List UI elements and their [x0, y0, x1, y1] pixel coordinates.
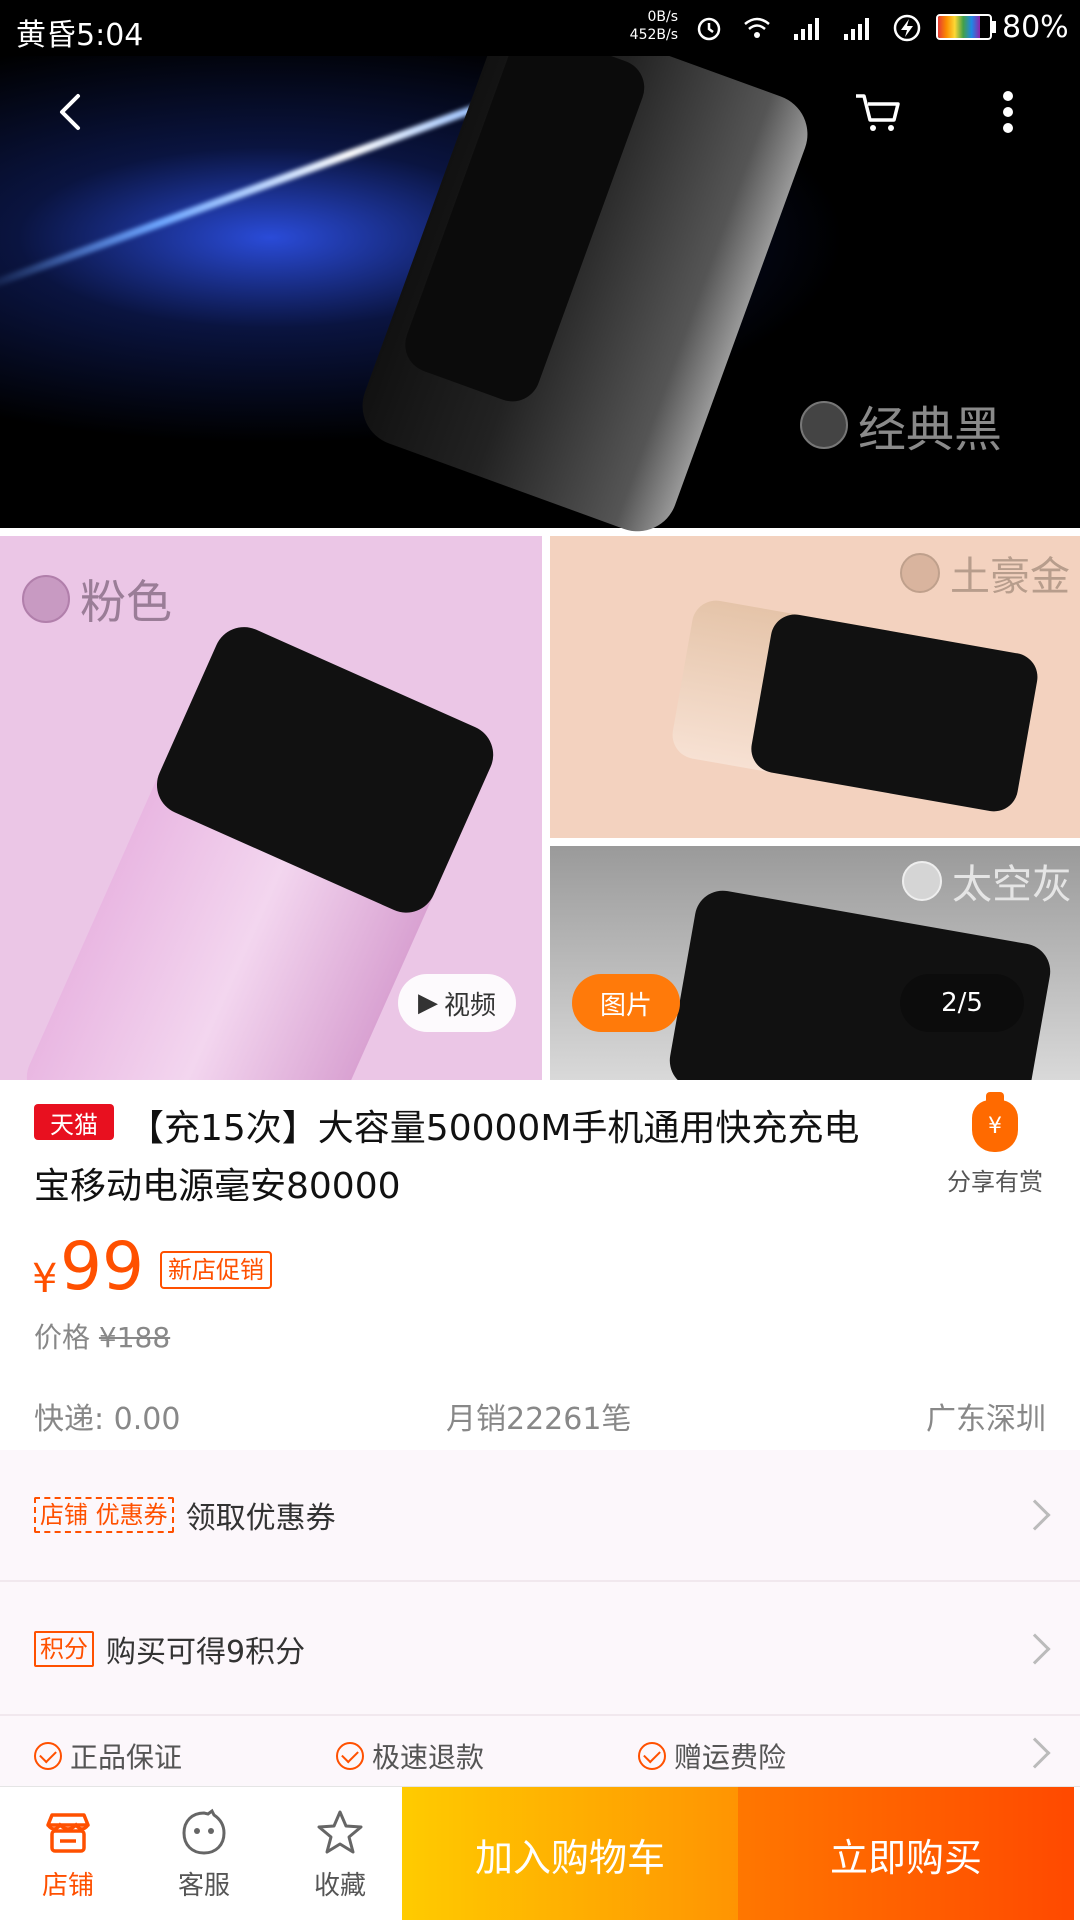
- more-options-button[interactable]: [978, 82, 1038, 142]
- signal-icon-1: [794, 18, 819, 40]
- original-price-value: ¥188: [98, 1321, 171, 1354]
- guarantee-label: 赠运费险: [674, 1741, 787, 1774]
- bottom-action-bar: 店铺 客服 收藏 加入购物车 立即购买: [0, 1786, 1080, 1920]
- video-label: 视频: [443, 990, 496, 1021]
- ship-location: 广东深圳: [926, 1402, 1046, 1437]
- gallery-image-black: 经典黑: [0, 0, 1080, 543]
- product-title: 【充15次】大容量50000M手机通用快充充电宝移动电源毫安80000: [34, 1108, 860, 1207]
- image-label: 图片: [599, 990, 652, 1021]
- check-circle-icon: [336, 1742, 364, 1770]
- shopping-cart-icon: [856, 94, 900, 131]
- chevron-right-icon: [1019, 1499, 1051, 1531]
- monthly-sales: 月销22261笔: [446, 1402, 632, 1437]
- status-time: 黄昏5:04: [16, 18, 144, 53]
- network-speed-up: 0B/s: [647, 9, 678, 25]
- favorite-button[interactable]: 收藏: [272, 1787, 408, 1920]
- battery-tip: [992, 21, 996, 33]
- cart-button[interactable]: [848, 82, 908, 142]
- more-vertical-icon: [1003, 91, 1013, 133]
- guarantee-label: 极速退款: [372, 1741, 485, 1774]
- power-bank-gold: [668, 596, 1042, 816]
- color-label-pink: 粉色: [80, 575, 172, 629]
- guarantee-label: 正品保证: [70, 1741, 183, 1774]
- shop-label: 店铺: [41, 1870, 94, 1901]
- charging-icon: [893, 14, 921, 42]
- color-swatch-black: 经典黑: [800, 390, 1002, 460]
- power-bank-black: [351, 0, 819, 543]
- guarantee-item: 正品保证: [34, 1736, 182, 1776]
- guarantee-item: 极速退款: [336, 1736, 484, 1776]
- wifi-icon: [744, 17, 770, 38]
- color-label-gold: 土豪金: [950, 554, 1070, 600]
- shop-icon: [46, 1812, 90, 1853]
- color-swatch-pink: 粉色: [22, 566, 172, 632]
- shop-button[interactable]: 店铺: [0, 1787, 136, 1920]
- shipping-fee: 快递: 0.00: [34, 1402, 181, 1437]
- check-circle-icon: [638, 1742, 666, 1770]
- color-swatch-gold: 土豪金: [900, 544, 1070, 602]
- coupon-tag: 店铺 优惠券: [34, 1497, 174, 1533]
- guarantees-row[interactable]: 正品保证 极速退款 赠运费险: [0, 1720, 1080, 1786]
- image-counter: 2/5: [900, 974, 1024, 1032]
- points-row[interactable]: 积分 购买可得9积分: [0, 1584, 1080, 1716]
- check-circle-icon: [34, 1742, 62, 1770]
- customer-service-label: 客服: [177, 1870, 230, 1901]
- network-speed-down: 452B/s: [629, 27, 678, 43]
- money-bag-symbol: ¥: [988, 1113, 1002, 1139]
- price-value: 99: [60, 1228, 144, 1305]
- favorite-label: 收藏: [313, 1870, 366, 1901]
- network-speed: 0B/s 452B/s: [628, 8, 678, 44]
- image-button[interactable]: 图片: [572, 974, 680, 1032]
- battery-level-fill: [938, 16, 980, 38]
- original-price: 价格 ¥188: [34, 1316, 170, 1356]
- color-label-gray: 太空灰: [952, 862, 1072, 908]
- image-counter-text: 2/5: [941, 988, 983, 1018]
- back-arrow-icon: [60, 94, 80, 130]
- chevron-right-icon: [1019, 1737, 1051, 1769]
- guarantee-item: 赠运费险: [638, 1736, 786, 1776]
- points-tag: 积分: [34, 1631, 94, 1667]
- play-icon: ▶: [417, 988, 438, 1018]
- money-bag-icon: ¥: [972, 1092, 1018, 1152]
- coupon-row[interactable]: 店铺 优惠券 领取优惠券: [0, 1450, 1080, 1582]
- color-swatch-gray: 太空灰: [902, 852, 1072, 910]
- back-button[interactable]: [42, 82, 102, 142]
- gallery-image-gold: 土豪金: [550, 536, 1080, 838]
- signal-icon-2: [844, 18, 869, 40]
- product-info: 天猫 【充15次】大容量50000M手机通用快充充电宝移动电源毫安80000 ¥…: [0, 1080, 1080, 1450]
- original-price-label: 价格: [34, 1321, 91, 1354]
- video-button[interactable]: ▶ 视频: [398, 974, 516, 1032]
- alarm-icon: [697, 17, 721, 41]
- share-reward-button[interactable]: ¥ 分享有赏: [930, 1092, 1060, 1197]
- status-bar: 黄昏5:04 0B/s 452B/s 80%: [0, 0, 1080, 56]
- coupon-text: 领取优惠券: [185, 1501, 336, 1536]
- add-to-cart-label: 加入购物车: [474, 1835, 665, 1880]
- customer-service-icon: [182, 1808, 226, 1855]
- price-currency: ¥: [32, 1256, 58, 1302]
- buy-now-label: 立即购买: [829, 1835, 982, 1880]
- star-icon: [317, 1810, 363, 1853]
- battery-percent: 80%: [1002, 10, 1069, 45]
- customer-service-button[interactable]: 客服: [136, 1787, 272, 1920]
- color-label-black: 经典黑: [858, 402, 1003, 458]
- battery-icon: [936, 14, 992, 40]
- gallery-image-gray: 太空灰: [550, 846, 1080, 1080]
- chevron-right-icon: [1019, 1633, 1051, 1665]
- points-text: 购买可得9积分: [106, 1635, 306, 1670]
- promo-tag: 新店促销: [160, 1251, 272, 1289]
- product-image-gallery[interactable]: 经典黑 粉色 土豪金 太空灰 ▶ 视频 图片 2/5: [0, 0, 1080, 1080]
- share-reward-label: 分享有赏: [947, 1168, 1043, 1196]
- buy-now-button[interactable]: 立即购买: [738, 1787, 1074, 1920]
- add-to-cart-button[interactable]: 加入购物车: [402, 1787, 738, 1920]
